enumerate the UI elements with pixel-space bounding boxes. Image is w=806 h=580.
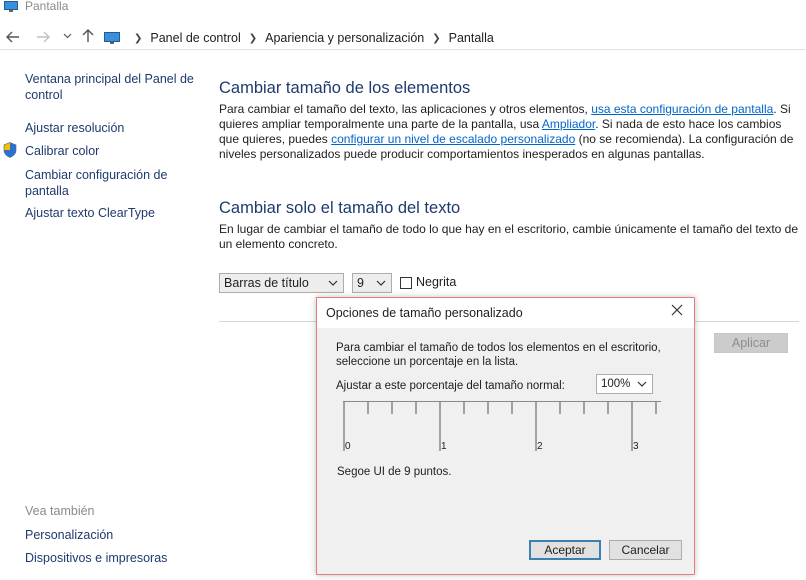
font-info-text: Segoe UI de 9 puntos. (337, 466, 452, 478)
window-title: Pantalla (25, 0, 69, 13)
element-select[interactable]: Barras de título (219, 273, 344, 293)
sidebar-item-calibrate-color[interactable]: Calibrar color (25, 143, 99, 159)
shield-icon (3, 142, 17, 158)
breadcrumb-item[interactable]: Apariencia y personalización (265, 31, 424, 45)
display-settings-link[interactable]: usa esta configuración de pantalla (591, 102, 773, 116)
monitor-icon (104, 31, 120, 44)
close-button[interactable] (671, 303, 683, 320)
chevron-right-icon: ❯ (432, 32, 441, 44)
custom-scaling-link[interactable]: configurar un nivel de escalado personal… (331, 132, 575, 146)
bold-checkbox[interactable] (400, 277, 412, 289)
breadcrumb: ❯ Panel de control ❯ Apariencia y person… (104, 29, 494, 47)
sidebar-item-adjust-resolution[interactable]: Ajustar resolución (25, 120, 124, 136)
ok-button[interactable]: Aceptar (529, 540, 601, 560)
arrow-left-icon (6, 31, 19, 43)
chevron-right-icon: ❯ (134, 32, 143, 44)
element-select-value: Barras de título (224, 276, 309, 290)
custom-size-dialog: Opciones de tamaño personalizado Para ca… (316, 297, 695, 575)
scale-label: Ajustar a este porcentaje del tamaño nor… (336, 380, 565, 392)
dialog-title: Opciones de tamaño personalizado (326, 306, 523, 320)
see-also-heading: Vea también (25, 504, 95, 518)
apply-button[interactable]: Aplicar (714, 333, 788, 353)
arrow-right-icon (37, 31, 50, 43)
ruler-label: 2 (537, 441, 543, 452)
sidebar-link-personalization[interactable]: Personalización (25, 527, 113, 543)
sidebar-item-control-panel-home[interactable]: Ventana principal del Panel de control (25, 71, 195, 103)
up-button[interactable] (82, 29, 94, 47)
back-button[interactable] (6, 30, 20, 46)
cancel-button[interactable]: Cancelar (609, 540, 682, 560)
text-size-value: 9 (357, 276, 364, 290)
forward-button[interactable] (36, 30, 50, 46)
sidebar-item-display-settings[interactable]: Cambiar configuración de pantalla (25, 167, 185, 199)
address-bar-divider (0, 49, 806, 50)
breadcrumb-item[interactable]: Pantalla (449, 31, 494, 45)
resize-items-description: Para cambiar el tamaño del texto, las ap… (219, 102, 801, 162)
chevron-down-icon (63, 33, 72, 39)
close-icon (671, 304, 683, 316)
dialog-title-bar: Opciones de tamaño personalizado (317, 298, 694, 328)
chevron-down-icon (376, 280, 386, 286)
window-title-bar: Pantalla (0, 0, 806, 16)
chevron-down-icon (328, 280, 338, 286)
ruler-icon[interactable]: 0 1 2 3 (343, 401, 661, 453)
ruler-label: 1 (441, 441, 447, 452)
description-text: Para cambiar el tamaño del texto, las ap… (219, 102, 592, 116)
breadcrumb-item[interactable]: Panel de control (150, 31, 240, 45)
text-size-description: En lugar de cambiar el tamaño de todo lo… (219, 222, 799, 251)
section-heading-resize-items: Cambiar tamaño de los elementos (219, 79, 471, 97)
sidebar-item-cleartype[interactable]: Ajustar texto ClearType (25, 205, 155, 221)
dialog-description: Para cambiar el tamaño de todos los elem… (336, 342, 661, 368)
section-heading-text-size: Cambiar solo el tamaño del texto (219, 199, 461, 217)
arrow-up-icon (82, 29, 94, 42)
chevron-right-icon: ❯ (248, 32, 258, 44)
scale-select-value: 100% (601, 378, 631, 390)
ruler-label: 0 (345, 441, 351, 452)
chevron-down-icon (637, 381, 647, 387)
recent-locations-button[interactable] (63, 31, 72, 42)
ruler-label: 3 (633, 441, 639, 452)
text-size-select[interactable]: 9 (352, 273, 392, 293)
monitor-icon (4, 1, 18, 12)
bold-label: Negrita (416, 275, 457, 289)
magnifier-link[interactable]: Ampliador (542, 117, 595, 131)
sidebar-link-devices-printers[interactable]: Dispositivos e impresoras (25, 550, 167, 566)
scale-select[interactable]: 100% (596, 374, 653, 394)
